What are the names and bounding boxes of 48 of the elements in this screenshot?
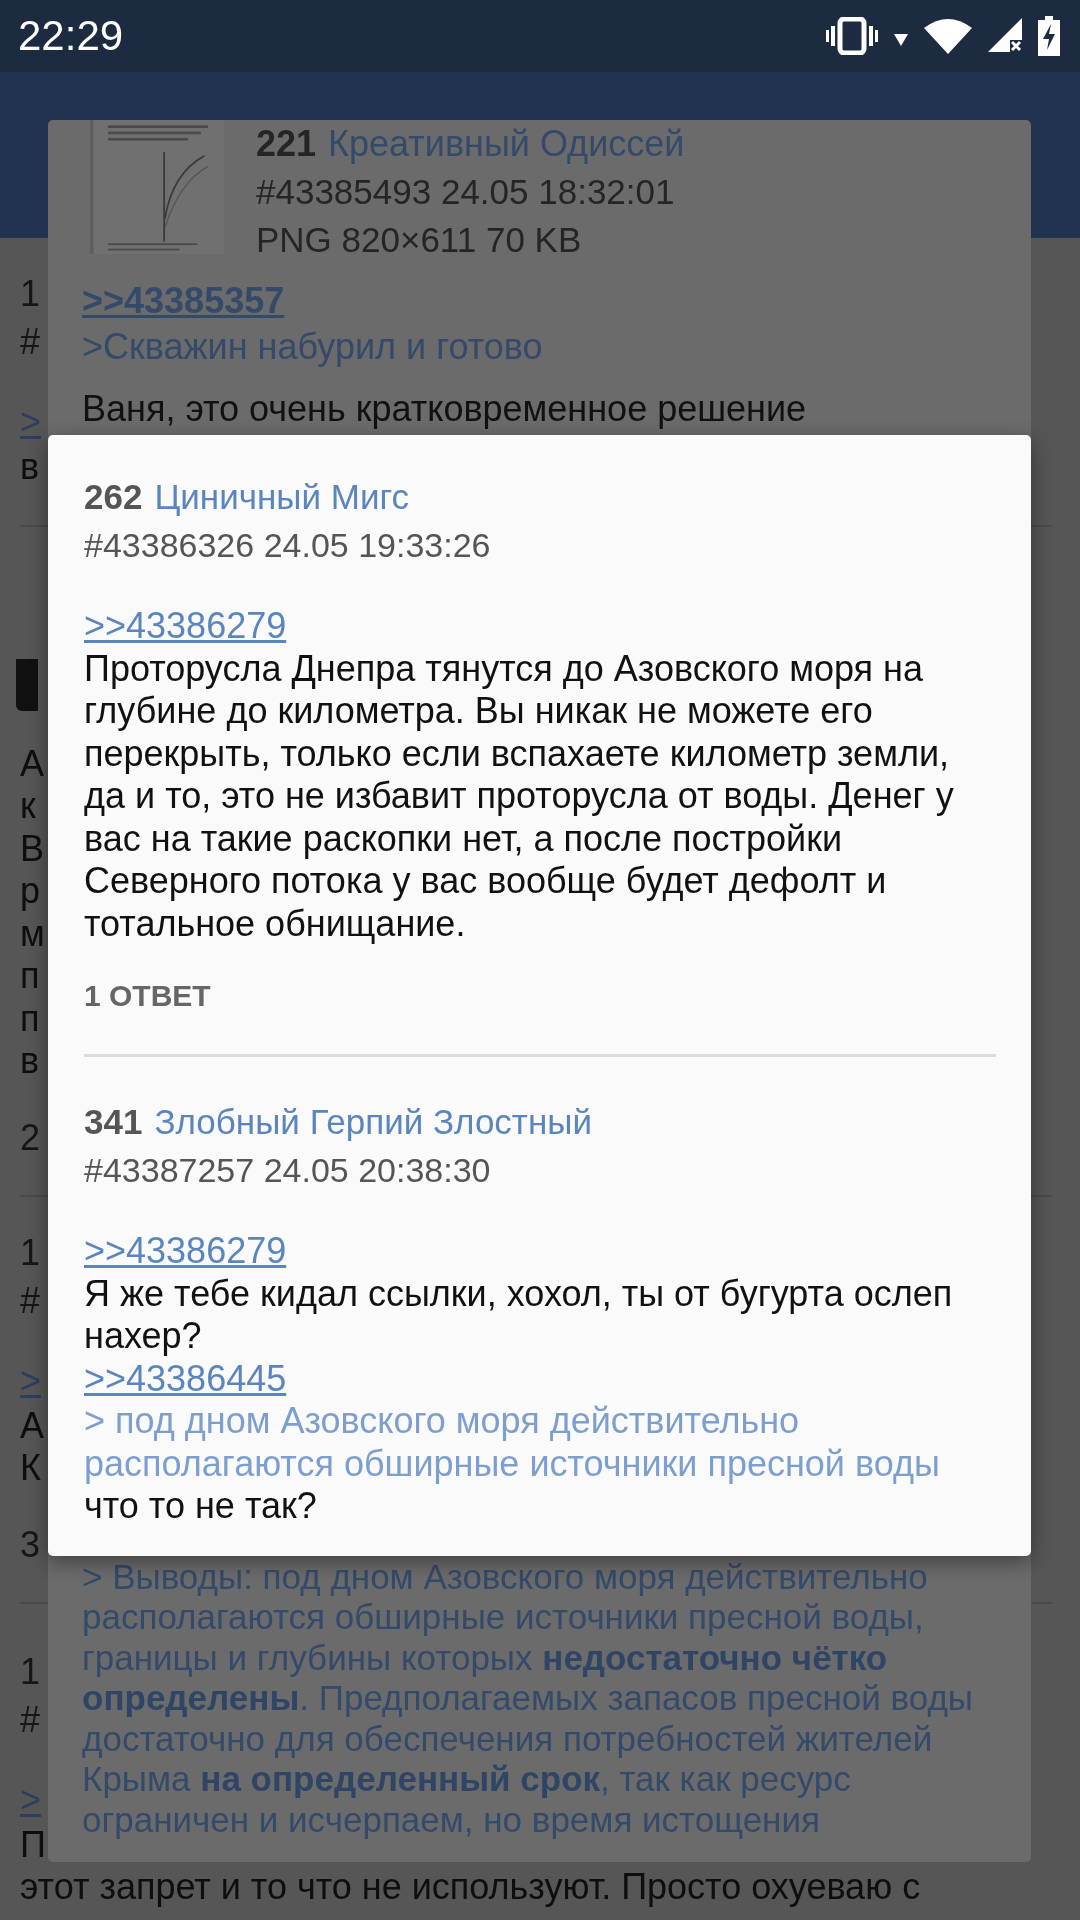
post-number: 221 xyxy=(256,122,317,166)
post-text: А xyxy=(20,1404,44,1447)
post-header-text: # xyxy=(20,320,41,364)
poster-name: Злобный Герпий Злостный xyxy=(154,1101,592,1143)
post-meta: #43385493 24.05 18:32:01 xyxy=(256,171,676,213)
post-text: В xyxy=(20,827,44,870)
reply-count: 2 xyxy=(20,1116,41,1159)
post-header-text: 1 xyxy=(20,1649,41,1694)
battery-charging-icon xyxy=(1038,16,1060,56)
data-arrow-icon xyxy=(894,34,908,46)
post-text: в xyxy=(20,1040,40,1083)
post-header-text: # xyxy=(20,1278,41,1323)
post-number: 262 xyxy=(84,476,143,518)
reply-link[interactable]: >>43386279 xyxy=(84,1230,287,1273)
reply-link[interactable]: >>43386279 xyxy=(84,605,287,648)
quote-text: > под дном Азовского моря действительно располагаются обширные источники пресной воды xyxy=(84,1400,941,1485)
post-text: А xyxy=(20,742,44,785)
signal-icon xyxy=(988,18,1022,54)
post-number: 341 xyxy=(84,1101,143,1143)
post-text: что то не так? xyxy=(84,1485,318,1528)
post-text: м xyxy=(20,912,45,955)
post-text: к xyxy=(20,785,36,828)
poster-name: Циничный Мигс xyxy=(154,476,409,518)
post-text: р xyxy=(20,870,41,913)
post-meta: #43386326 24.05 19:33:26 xyxy=(84,525,492,566)
clock-time: 22:29 xyxy=(18,12,124,60)
wifi-icon xyxy=(924,18,972,54)
post-text: п xyxy=(20,955,40,998)
vibrate-icon xyxy=(826,17,878,55)
post-header-text: 1 xyxy=(20,1230,41,1275)
thumbnail[interactable] xyxy=(16,658,38,711)
post-text: в xyxy=(20,446,40,489)
post-header-text: # xyxy=(20,1697,41,1742)
quote-text: > Выводы: под дном Азовского моря действительно располагаются обширные источники пресной воды, границы и глубины которых недостаточно чётко определены. Предполагаемых запасов пресной воды достаточно для обеспечения потребностей жителей Крыма на определенный срок, так как ресурс ограничен и исчерпаем, но время истощения xyxy=(82,1556,974,1840)
post-text: П xyxy=(20,1823,46,1866)
post-text: Ваня, это очень кратковременное решение xyxy=(82,389,808,429)
post-text: Проторусла Днепра тянутся до Азовского моря на глубине до километра. Вы никак не можете его перекрыть, только если вспахаете километр земли, да и то, это не избавит проторусла от воды. Денег у вас на такие раскопки нет, а после постройки Северного потока у вас вообще будет дефолт и тотальное обнищание. xyxy=(84,647,955,945)
replies-button[interactable]: 1 ОТВЕТ xyxy=(84,976,211,1016)
post-text: этот запрет и то что не используют. Просто охуеваю с xyxy=(20,1866,921,1909)
post-header-text: 1 xyxy=(20,272,41,316)
poster-name: Креативный Одиссей xyxy=(328,122,685,166)
reply-count: 3 xyxy=(20,1523,41,1566)
post-text: п xyxy=(20,997,40,1040)
reply-link[interactable]: >>43386445 xyxy=(84,1357,287,1400)
file-info: PNG 820×611 70 KB xyxy=(256,219,583,261)
post-meta: #43387257 24.05 20:38:30 xyxy=(84,1150,492,1191)
post-text: Я же тебе кидал ссылки, хохол, ты от бугурта ослеп нахер? xyxy=(84,1272,954,1358)
post-text: К xyxy=(20,1447,41,1490)
